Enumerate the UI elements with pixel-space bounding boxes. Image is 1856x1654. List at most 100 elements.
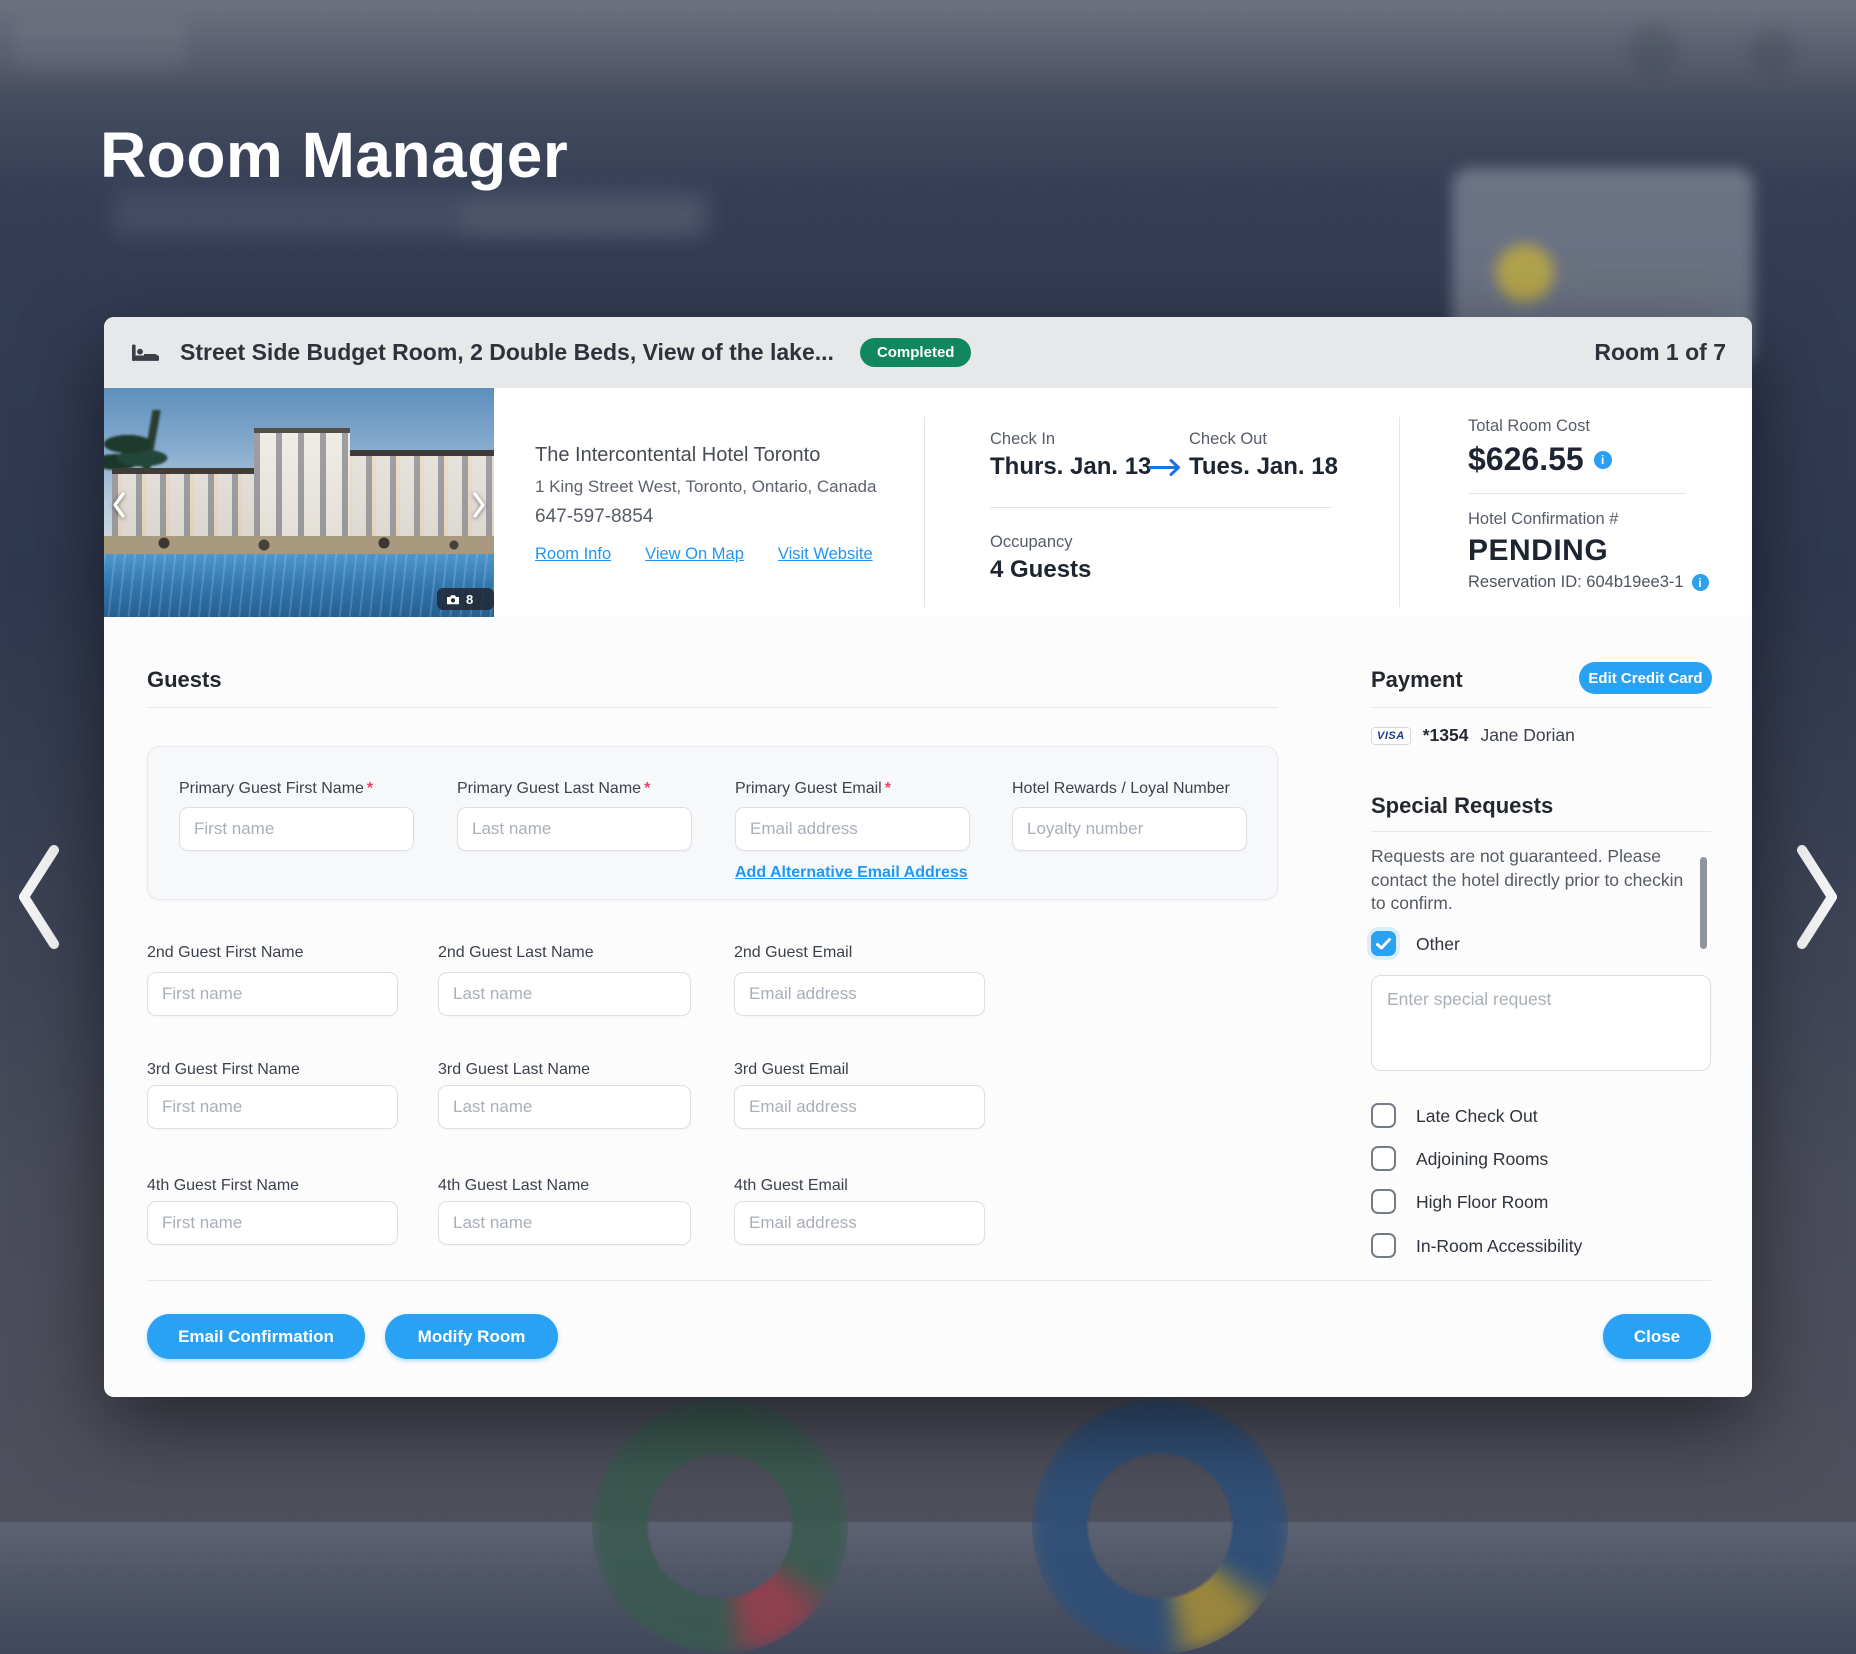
- room-manager-modal: Street Side Budget Room, 2 Double Beds, …: [104, 317, 1752, 1397]
- photo-count-badge[interactable]: 8: [437, 588, 494, 610]
- previous-room-arrow-icon[interactable]: [12, 842, 66, 957]
- divider: [990, 507, 1331, 508]
- background-top-bar: [0, 0, 1856, 98]
- view-on-map-link[interactable]: View On Map: [645, 545, 744, 564]
- card-holder: Jane Dorian: [1480, 725, 1575, 745]
- guest3-first-name-label: 3rd Guest First Name: [147, 1061, 300, 1078]
- guest2-first-name-label: 2nd Guest First Name: [147, 944, 304, 961]
- other-checkbox[interactable]: [1371, 931, 1396, 956]
- background-ghost-heading: [460, 200, 700, 238]
- occupancy-value: 4 Guests: [990, 556, 1092, 583]
- special-requests-heading: Special Requests: [1371, 793, 1554, 818]
- background-card-bar: [1566, 258, 1728, 292]
- add-alternative-email-link[interactable]: Add Alternative Email Address: [735, 864, 968, 882]
- hotel-address: 1 King Street West, Toronto, Ontario, Ca…: [535, 477, 877, 496]
- guest4-last-name-input[interactable]: [438, 1201, 691, 1245]
- guest3-email-label: 3rd Guest Email: [734, 1061, 849, 1078]
- guest3-last-name-label: 3rd Guest Last Name: [438, 1061, 591, 1078]
- room-counter: Room 1 of 7: [1594, 339, 1726, 365]
- photo-next-icon[interactable]: [472, 491, 486, 524]
- next-room-arrow-icon[interactable]: [1790, 842, 1844, 957]
- primary-email-label: Primary Guest Email *: [735, 780, 891, 797]
- email-confirmation-button[interactable]: Email Confirmation: [147, 1314, 365, 1359]
- guest2-email-label: 2nd Guest Email: [734, 944, 853, 961]
- late-check-out-checkbox[interactable]: [1371, 1103, 1396, 1128]
- total-room-cost-value: $626.55 i: [1468, 441, 1612, 478]
- reservation-id: Reservation ID: 604b19ee3-1: [1468, 573, 1684, 591]
- edit-credit-card-button[interactable]: Edit Credit Card: [1579, 662, 1712, 694]
- scrollbar-thumb[interactable]: [1700, 857, 1707, 949]
- primary-last-name-input[interactable]: [457, 807, 692, 851]
- guest2-last-name-input[interactable]: [438, 972, 691, 1016]
- guest2-email-input[interactable]: [734, 972, 985, 1016]
- primary-first-name-label: Primary Guest First Name *: [179, 780, 374, 797]
- check-icon: [1376, 937, 1391, 950]
- divider: [1468, 493, 1686, 494]
- hotel-links: Room Info View On Map Visit Website: [535, 545, 873, 564]
- info-icon[interactable]: i: [1691, 574, 1709, 591]
- adjoining-rooms-checkbox[interactable]: [1371, 1146, 1396, 1171]
- hotel-confirmation-label: Hotel Confirmation #: [1468, 510, 1619, 528]
- guest3-first-name-input[interactable]: [147, 1085, 398, 1129]
- check-in-value: Thurs. Jan. 13: [990, 453, 1152, 480]
- hotel-confirmation-value: PENDING: [1468, 534, 1609, 567]
- hotel-photo-carousel: [104, 388, 494, 617]
- in-room-accessibility-label: In-Room Accessibility: [1416, 1236, 1583, 1256]
- check-out-value: Tues. Jan. 18: [1189, 453, 1338, 480]
- high-floor-room-label: High Floor Room: [1416, 1192, 1549, 1212]
- photo-count: 8: [466, 591, 474, 607]
- visit-website-link[interactable]: Visit Website: [778, 545, 873, 564]
- other-checkbox-label: Other: [1416, 934, 1460, 954]
- special-request-textarea[interactable]: [1371, 975, 1711, 1071]
- hotel-phone: 647-597-8854: [535, 506, 654, 527]
- total-room-cost-label: Total Room Cost: [1468, 417, 1590, 435]
- photo-pool-deck: [104, 536, 494, 554]
- guests-heading: Guests: [147, 667, 222, 692]
- primary-guest-card: Primary Guest First Name * Primary Guest …: [147, 746, 1278, 900]
- bed-icon: [130, 342, 160, 364]
- background-ring-left: [592, 1398, 848, 1654]
- required-mark: *: [644, 780, 651, 797]
- background-icon-blur: [1628, 24, 1678, 74]
- divider: [1371, 707, 1711, 708]
- primary-last-name-label: Primary Guest Last Name *: [457, 780, 651, 797]
- guest4-email-label: 4th Guest Email: [734, 1177, 848, 1194]
- guest3-last-name-input[interactable]: [438, 1085, 691, 1129]
- payment-heading: Payment: [1371, 667, 1463, 692]
- background-icon-blur: [1750, 28, 1796, 74]
- room-info-link[interactable]: Room Info: [535, 545, 611, 564]
- camera-icon: [446, 594, 460, 605]
- guest4-first-name-input[interactable]: [147, 1201, 398, 1245]
- info-icon[interactable]: i: [1593, 450, 1612, 469]
- required-mark: *: [884, 780, 891, 797]
- modal-header: Street Side Budget Room, 2 Double Beds, …: [104, 317, 1752, 388]
- divider: [1399, 417, 1400, 607]
- required-mark: *: [366, 780, 374, 797]
- status-badge: Completed: [859, 338, 972, 367]
- room-title: Street Side Budget Room, 2 Double Beds, …: [180, 339, 834, 365]
- check-in-label: Check In: [990, 430, 1056, 448]
- loyalty-number-label: Hotel Rewards / Loyal Number: [1012, 780, 1230, 797]
- late-check-out-label: Late Check Out: [1416, 1106, 1538, 1126]
- primary-first-name-input[interactable]: [179, 807, 414, 851]
- occupancy-label: Occupancy: [990, 533, 1073, 551]
- divider: [924, 417, 925, 607]
- total-cost-amount: $626.55: [1468, 441, 1584, 477]
- hotel-name: The Intercontental Hotel Toronto: [535, 444, 821, 466]
- primary-email-input[interactable]: [735, 807, 970, 851]
- photo-building: [254, 428, 350, 550]
- photo-prev-icon[interactable]: [112, 491, 126, 524]
- high-floor-room-checkbox[interactable]: [1371, 1189, 1396, 1214]
- guest4-first-name-label: 4th Guest First Name: [147, 1177, 300, 1194]
- guest3-email-input[interactable]: [734, 1085, 985, 1129]
- in-room-accessibility-checkbox[interactable]: [1371, 1233, 1396, 1258]
- background-card-yellow-circle: [1496, 244, 1554, 302]
- guest2-first-name-input[interactable]: [147, 972, 398, 1016]
- close-button[interactable]: Close: [1603, 1314, 1711, 1359]
- page-title: Room Manager: [100, 119, 569, 191]
- arrow-right-icon: [1147, 458, 1183, 482]
- guest4-email-input[interactable]: [734, 1201, 985, 1245]
- card-last4: *1354: [1422, 725, 1469, 745]
- loyalty-number-input[interactable]: [1012, 807, 1247, 851]
- modify-room-button[interactable]: Modify Room: [385, 1314, 558, 1359]
